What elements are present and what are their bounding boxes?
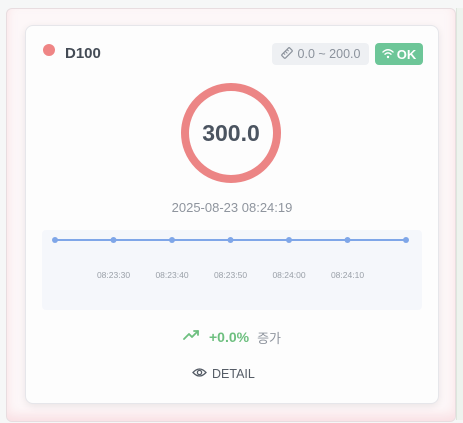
data-point <box>52 237 58 243</box>
data-point <box>110 237 117 243</box>
trending-up-icon <box>183 328 201 346</box>
data-point <box>227 237 234 243</box>
ruler-icon <box>280 46 293 62</box>
status-badge: OK <box>375 43 423 65</box>
data-point <box>169 237 175 243</box>
trend-percent: +0.0% <box>208 329 250 345</box>
x-tick-label: 08:23:30 <box>97 270 130 280</box>
x-tick-label: 08:23:40 <box>155 270 188 280</box>
data-point <box>286 237 292 243</box>
status-label: OK <box>396 46 417 62</box>
eye-icon <box>192 367 207 381</box>
status-dot <box>43 44 55 56</box>
current-value: 300.0 <box>202 119 260 146</box>
detail-button[interactable]: DETAIL <box>192 364 255 384</box>
trend-chart-svg: 08:23:30 08:23:40 08:23:50 08:24:00 08:24:10 <box>52 237 409 280</box>
trend-chart: 08:23:30 08:23:40 08:23:50 08:24:00 08:24:10 <box>42 230 422 310</box>
data-point <box>344 237 351 243</box>
detail-label: DETAIL <box>212 367 255 381</box>
x-tick-label: 08:23:50 <box>214 270 247 280</box>
range-badge: 0.0 ~ 200.0 <box>272 43 369 65</box>
device-name: D100 <box>65 45 101 62</box>
device-card[interactable]: D100 0.0 ~ 200.0 OK 300.0 2025-08-23 08:… <box>25 25 439 404</box>
x-tick-label: 08:24:10 <box>331 270 364 280</box>
value-gauge: 300.0 <box>181 83 281 183</box>
timestamp: 2025-08-23 08:24:19 <box>171 200 293 215</box>
wifi-icon <box>382 47 394 62</box>
trend-row: +0.0% 증가 <box>26 326 438 348</box>
range-label: 0.0 ~ 200.0 <box>297 47 361 61</box>
trend-label: 증가 <box>257 330 281 346</box>
x-tick-label: 08:24:00 <box>272 270 305 280</box>
data-point <box>403 237 409 243</box>
adjacent-panel-edge <box>456 8 463 420</box>
